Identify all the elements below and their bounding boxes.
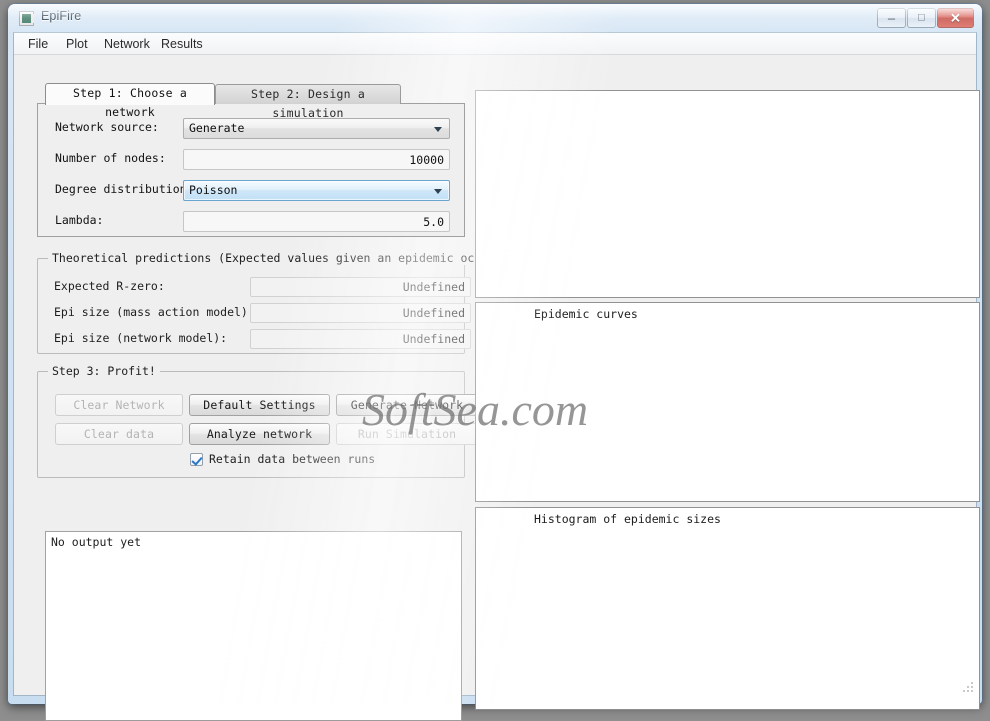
epi-size-mass-action-field: Undefined <box>250 303 471 323</box>
step1-panel: Network source: Generate Number of nodes… <box>37 103 465 237</box>
step3-group: Step 3: Profit! Clear Network Default Se… <box>37 364 478 478</box>
theoretical-predictions-group: Theoretical predictions (Expected values… <box>37 251 513 354</box>
retain-data-label: Retain data between runs <box>209 452 376 466</box>
epi-size-network-row: Epi size (network model): Undefined <box>54 329 471 349</box>
epi-size-mass-action-row: Epi size (mass action model): Undefined <box>54 303 471 323</box>
epi-size-mass-action-label: Epi size (mass action model): <box>54 305 255 319</box>
number-of-nodes-label: Number of nodes: <box>55 151 166 165</box>
window-title: EpiFire <box>41 9 82 23</box>
lambda-input[interactable]: 5.0 <box>183 211 450 232</box>
expected-r-zero-label: Expected R-zero: <box>54 279 165 293</box>
degree-distribution-combobox[interactable]: Poisson <box>183 180 450 201</box>
main-content: Step 1: Choose a network Step 2: Design … <box>14 55 980 721</box>
epi-size-mass-action-value: Undefined <box>402 306 465 320</box>
clear-network-button[interactable]: Clear Network <box>55 394 183 416</box>
degree-distribution-label: Degree distribution: <box>55 182 194 196</box>
epi-size-network-label: Epi size (network model): <box>54 331 228 345</box>
client-area: File Plot Network Results Step 1: Choose… <box>13 32 980 721</box>
network-plot-panel[interactable] <box>475 90 980 298</box>
epi-size-network-field: Undefined <box>250 329 471 349</box>
number-of-nodes-value: 10000 <box>409 153 444 167</box>
network-source-label: Network source: <box>55 120 159 134</box>
epi-size-network-value: Undefined <box>402 332 465 346</box>
lambda-row: Lambda: 5.0 <box>55 211 450 232</box>
left-panel: Step 1: Choose a network Step 2: Design … <box>37 83 513 478</box>
histogram-title: Histogram of epidemic sizes <box>534 512 721 526</box>
tab-step-1[interactable]: Step 1: Choose a network <box>45 83 215 119</box>
step3-title: Step 3: Profit! <box>48 364 160 378</box>
output-console[interactable]: No output yet <box>45 531 462 721</box>
title-bar[interactable]: EpiFire – □ ✕ <box>8 4 982 32</box>
expected-r-zero-field: Undefined <box>250 277 471 297</box>
lambda-value: 5.0 <box>423 215 444 229</box>
expected-r-zero-row: Expected R-zero: Undefined <box>54 277 471 297</box>
application-window: EpiFire – □ ✕ File Plot Network Results … <box>8 4 982 721</box>
menu-item-network[interactable]: Network <box>99 36 155 52</box>
run-simulation-button[interactable]: Run Simulation <box>336 423 478 445</box>
theoretical-predictions-title: Theoretical predictions (Expected values… <box>48 251 513 265</box>
epidemic-curves-title: Epidemic curves <box>534 307 638 321</box>
expected-r-zero-value: Undefined <box>402 280 465 294</box>
output-text: No output yet <box>51 535 142 549</box>
tab-step-2[interactable]: Step 2: Design a simulation <box>215 84 401 120</box>
maximize-button[interactable]: □ <box>907 8 936 28</box>
clear-data-button[interactable]: Clear data <box>55 423 183 445</box>
degree-distribution-value: Poisson <box>189 183 238 197</box>
close-icon: ✕ <box>950 10 961 26</box>
menu-item-results[interactable]: Results <box>156 36 208 52</box>
app-icon <box>19 11 34 26</box>
network-source-value: Generate <box>189 121 245 135</box>
chevron-down-icon <box>434 189 442 194</box>
minimize-button[interactable]: – <box>877 8 906 28</box>
epidemic-curves-panel[interactable]: Epidemic curves <box>475 302 980 502</box>
menu-bar: File Plot Network Results <box>14 33 976 55</box>
lambda-label: Lambda: <box>55 213 104 227</box>
close-button[interactable]: ✕ <box>937 8 974 28</box>
maximize-icon: □ <box>918 11 925 24</box>
tab-bar: Step 1: Choose a network Step 2: Design … <box>45 83 465 120</box>
default-settings-button[interactable]: Default Settings <box>189 394 330 416</box>
number-of-nodes-input[interactable]: 10000 <box>183 149 450 170</box>
chevron-down-icon <box>434 127 442 132</box>
minimize-icon: – <box>887 10 896 26</box>
generate-network-button[interactable]: Generate Network <box>336 394 478 416</box>
menu-item-plot[interactable]: Plot <box>61 36 93 52</box>
analyze-network-button[interactable]: Analyze network <box>189 423 330 445</box>
menu-item-file[interactable]: File <box>23 36 53 52</box>
resize-grip[interactable] <box>961 680 973 692</box>
degree-distribution-row: Degree distribution: Poisson <box>55 180 450 201</box>
histogram-panel[interactable]: Histogram of epidemic sizes <box>475 507 980 710</box>
checkbox-checked-icon[interactable] <box>190 453 203 466</box>
number-of-nodes-row: Number of nodes: 10000 <box>55 149 450 170</box>
